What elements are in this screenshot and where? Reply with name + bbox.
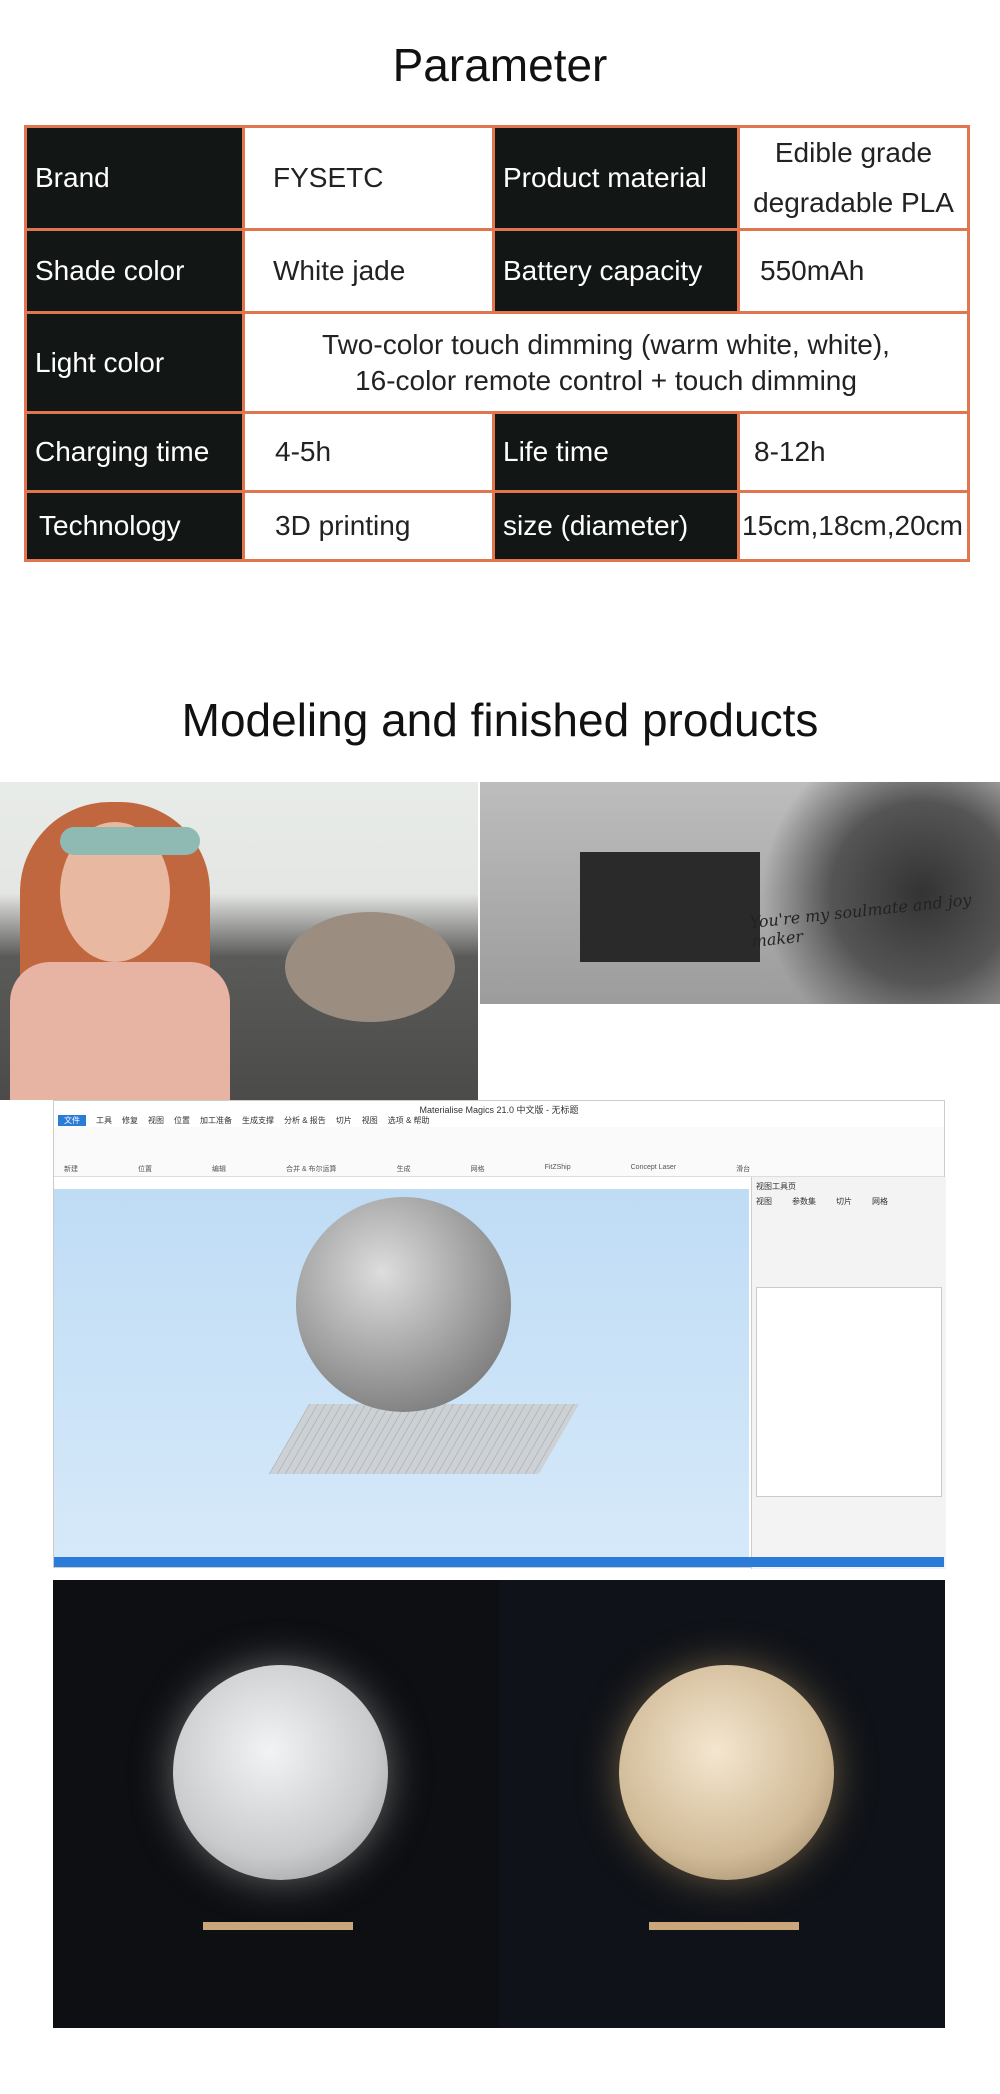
ribbon-group: 新建 xyxy=(64,1166,78,1173)
panel-tab[interactable]: 网格 xyxy=(872,1196,888,1207)
moon-texture-photo: You're my soulmate and joy maker xyxy=(480,782,1000,1004)
material-value: Edible grade degradable PLA xyxy=(737,125,970,231)
ribbon-group: 滑台 xyxy=(736,1166,751,1173)
parameter-table: Brand FYSETC Product material Edible gra… xyxy=(24,125,970,562)
woman-cat-photo xyxy=(0,782,478,1100)
table-row: Charging time 4-5h Life time 8-12h xyxy=(24,411,970,493)
white-lamp-photo xyxy=(53,1580,499,2028)
tab[interactable]: 位置 xyxy=(174,1115,190,1126)
panel-title: 视图工具页 xyxy=(756,1182,796,1191)
panel-tab[interactable]: 切片 xyxy=(836,1196,852,1207)
ribbon-group: 生成 xyxy=(396,1166,411,1173)
size-value: 15cm,18cm,20cm xyxy=(737,490,970,562)
shade-value: White jade xyxy=(242,228,495,314)
tab[interactable]: 文件 xyxy=(58,1115,86,1126)
technology-value: 3D printing xyxy=(242,490,495,562)
table-row: Technology 3D printing size (diameter) 1… xyxy=(24,490,970,562)
software-window: Materialise Magics 21.0 中文版 - 无标题 文件 工具 … xyxy=(53,1100,946,1569)
tab[interactable]: 修复 xyxy=(122,1115,138,1126)
ribbon-group: Concept Laser xyxy=(630,1164,677,1171)
right-panel: 视图工具页 视图 参数集 切片 网格 xyxy=(751,1177,946,1569)
ribbon-group: 合并 & 布尔运算 xyxy=(286,1166,337,1173)
table-row: Brand FYSETC Product material Edible gra… xyxy=(24,125,970,231)
3d-viewport[interactable] xyxy=(54,1189,749,1559)
modeling-title: Modeling and finished products xyxy=(181,694,819,746)
tab[interactable]: 加工准备 xyxy=(200,1115,232,1126)
size-label: size (diameter) xyxy=(492,490,740,562)
material-label: Product material xyxy=(492,125,740,231)
shade-label: Shade color xyxy=(24,228,245,314)
warm-lamp-photo xyxy=(499,1580,945,2028)
charging-label: Charging time xyxy=(24,411,245,493)
table-row: Shade color White jade Battery capacity … xyxy=(24,228,970,314)
photo-caption: You're my soulmate and joy maker xyxy=(748,889,973,951)
battery-label: Battery capacity xyxy=(492,228,740,314)
ribbon-group: 网格 xyxy=(470,1166,485,1173)
panel-tab[interactable]: 视图 xyxy=(756,1196,772,1207)
tab[interactable]: 分析 & 报告 xyxy=(284,1115,326,1126)
life-label: Life time xyxy=(492,411,740,493)
parameter-title: Parameter xyxy=(392,39,608,91)
tab[interactable]: 视图 xyxy=(148,1115,164,1126)
ribbon-group: FitZShip xyxy=(544,1164,571,1171)
ribbon-tabs: 文件 工具 修复 视图 位置 加工准备 生成支撑 分析 & 报告 切片 视图 选… xyxy=(58,1115,430,1126)
ribbon: 新建 位置 编辑 合并 & 布尔运算 生成 网格 FitZShip Concep… xyxy=(54,1127,944,1177)
battery-value: 550mAh xyxy=(737,228,970,314)
brand-value: FYSETC xyxy=(242,125,495,231)
tab[interactable]: 视图 xyxy=(362,1115,378,1126)
moon-model xyxy=(296,1197,511,1412)
light-label: Light color xyxy=(24,311,245,414)
ribbon-group: 编辑 xyxy=(212,1166,226,1173)
table-row: Light color Two-color touch dimming (war… xyxy=(24,311,970,414)
technology-label: Technology xyxy=(24,490,245,562)
tab[interactable]: 生成支撑 xyxy=(242,1115,274,1126)
light-value: Two-color touch dimming (warm white, whi… xyxy=(242,311,970,414)
tab[interactable]: 切片 xyxy=(336,1115,352,1126)
tab[interactable]: 选项 & 帮助 xyxy=(388,1115,430,1126)
panel-tab[interactable]: 参数集 xyxy=(792,1196,816,1207)
brand-label: Brand xyxy=(24,125,245,231)
ribbon-group: 位置 xyxy=(138,1166,152,1173)
charging-value: 4-5h xyxy=(242,411,495,493)
tab[interactable]: 工具 xyxy=(96,1115,112,1126)
life-value: 8-12h xyxy=(737,411,970,493)
